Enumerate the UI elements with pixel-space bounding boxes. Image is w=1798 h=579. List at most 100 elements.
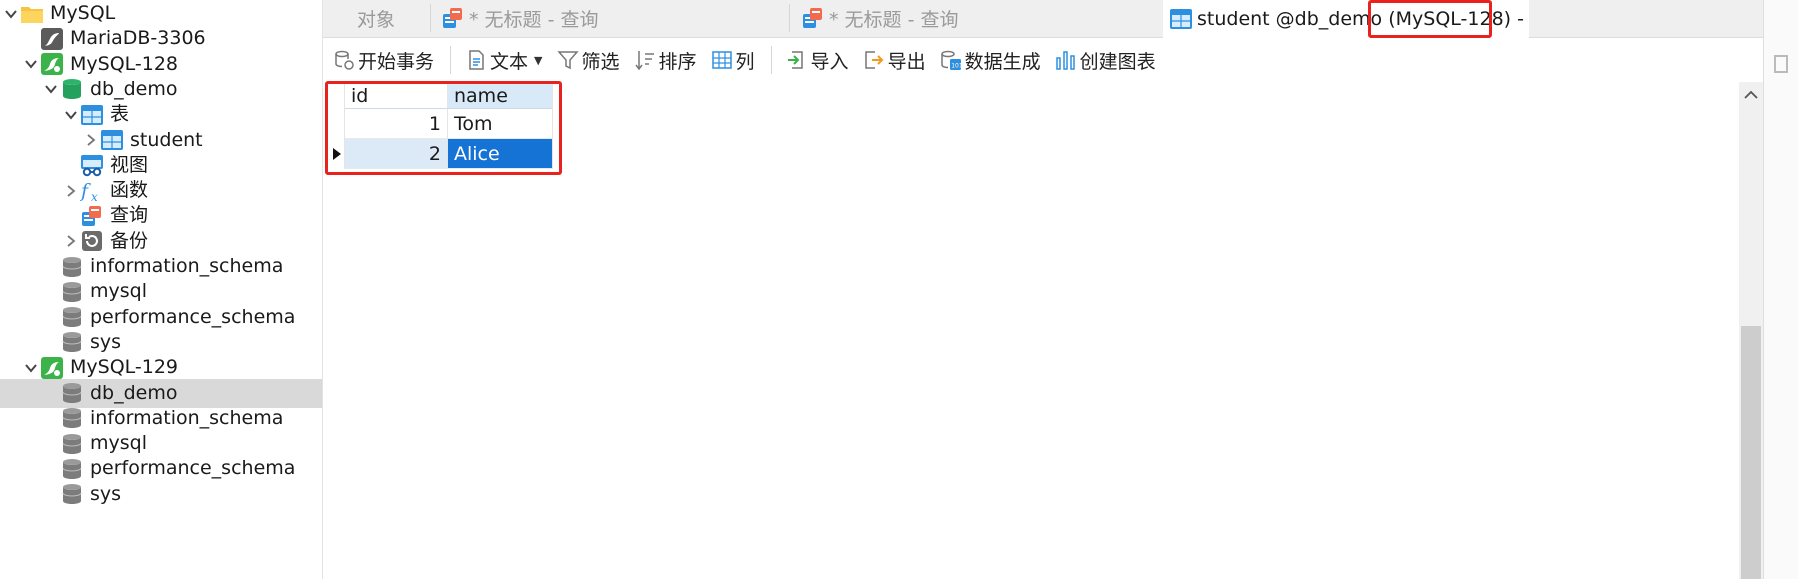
panel-icon xyxy=(1774,55,1788,73)
columns-label: 列 xyxy=(735,50,755,73)
export-label: 导出 xyxy=(887,50,926,73)
begin-transaction-button[interactable]: 开始事务 xyxy=(333,47,434,74)
chevron-down-icon[interactable] xyxy=(2,5,20,23)
table-row[interactable]: 2 Alice xyxy=(329,139,557,169)
tab-query-2[interactable]: * 无标题 - 查询 xyxy=(793,0,1161,36)
sort-icon xyxy=(634,49,656,71)
data-toolbar: 开始事务 文本 ▼ 筛选 排序 列 导入 导出 101 数据生成 创建图表 xyxy=(323,38,1763,82)
scroll-up-icon[interactable] xyxy=(1739,82,1763,108)
folder-icon xyxy=(20,2,44,26)
cell-name[interactable]: Tom xyxy=(448,109,553,139)
data-grid: id name 1 Tom 2 Alice xyxy=(329,83,557,169)
create-chart-button[interactable]: 创建图表 xyxy=(1055,47,1156,74)
cell-name-selected[interactable]: Alice xyxy=(448,139,553,169)
chart-icon xyxy=(1055,49,1077,71)
query-icon xyxy=(80,204,104,228)
mysql-connection-icon xyxy=(40,356,64,380)
mariadb-connection-icon xyxy=(40,27,64,51)
sort-button[interactable]: 排序 xyxy=(634,47,697,74)
database-icon xyxy=(60,457,84,481)
export-button[interactable]: 导出 xyxy=(863,47,926,74)
text-view-label: 文本 xyxy=(490,50,529,73)
tab-label: * 无标题 - 查询 xyxy=(469,8,599,31)
current-row-marker[interactable] xyxy=(329,139,345,169)
vertical-scrollbar[interactable] xyxy=(1739,82,1763,579)
columns-button[interactable]: 列 xyxy=(711,47,755,74)
chevron-right-icon[interactable] xyxy=(82,131,100,149)
query-icon xyxy=(801,6,825,30)
filter-icon xyxy=(556,49,579,71)
function-icon: fx xyxy=(80,179,104,203)
cell-value: 2 xyxy=(428,142,441,165)
sidebar-item-label: sys xyxy=(90,482,122,505)
scrollbar-thumb[interactable] xyxy=(1741,326,1761,579)
tab-label: 对象 xyxy=(356,8,395,31)
data-generation-label: 数据生成 xyxy=(964,50,1041,73)
current-row-arrow-icon xyxy=(332,148,341,160)
chevron-down-icon[interactable] xyxy=(62,106,80,124)
table-row[interactable]: 1 Tom xyxy=(329,109,557,139)
mysql-connection-icon xyxy=(40,52,64,76)
views-icon xyxy=(80,153,104,177)
data-generation-button[interactable]: 101 数据生成 xyxy=(940,47,1041,74)
backup-icon xyxy=(80,229,104,253)
tab-label: student @db_demo (MySQL-128) - ... xyxy=(1197,8,1529,30)
transaction-icon xyxy=(333,49,355,71)
begin-transaction-label: 开始事务 xyxy=(358,50,435,73)
info-panel-edge xyxy=(1763,0,1798,579)
tab-objects[interactable]: 对象 xyxy=(323,0,429,36)
columns-grid-icon xyxy=(711,49,733,71)
text-document-icon xyxy=(465,49,487,71)
sidebar-item[interactable]: sys xyxy=(0,480,322,509)
row-marker-header xyxy=(329,83,345,109)
query-icon xyxy=(441,6,465,30)
import-icon xyxy=(786,49,808,71)
chevron-down-icon[interactable] xyxy=(22,55,40,73)
chevron-down-icon[interactable]: ▼ xyxy=(534,54,542,67)
database-icon xyxy=(60,330,84,354)
column-header-label: id xyxy=(351,84,369,107)
text-view-button[interactable]: 文本 ▼ xyxy=(465,47,543,74)
database-icon xyxy=(60,432,84,456)
database-icon xyxy=(60,305,84,329)
chevron-down-icon[interactable] xyxy=(42,80,60,98)
column-header-id[interactable]: id xyxy=(345,83,448,109)
table-icon xyxy=(100,128,124,152)
cell-id[interactable]: 1 xyxy=(345,109,448,139)
database-open-icon xyxy=(60,77,84,101)
column-header-name[interactable]: name xyxy=(448,83,553,109)
object-tree[interactable]: MySQL MariaDB-3306 MySQL-128 db_demo 表 studen… xyxy=(0,0,323,579)
column-header-label: name xyxy=(454,84,508,107)
svg-text:101: 101 xyxy=(951,63,962,70)
filter-button[interactable]: 筛选 xyxy=(556,47,620,74)
tab-separator xyxy=(789,4,790,32)
tables-icon xyxy=(80,103,104,127)
tab-query-1[interactable]: * 无标题 - 查询 xyxy=(433,0,788,36)
cell-id[interactable]: 2 xyxy=(345,139,448,169)
import-label: 导入 xyxy=(810,50,849,73)
import-button[interactable]: 导入 xyxy=(786,47,849,74)
grid-header-row: id name xyxy=(329,83,557,109)
cell-value: Tom xyxy=(454,112,493,135)
chevron-down-icon[interactable] xyxy=(22,359,40,377)
toolbar-separator xyxy=(450,46,452,74)
chevron-right-icon[interactable] xyxy=(62,182,80,200)
cell-value: Alice xyxy=(454,142,500,165)
chevron-right-icon[interactable] xyxy=(62,232,80,250)
sort-label: 排序 xyxy=(658,50,697,73)
database-icon xyxy=(60,406,84,430)
tab-student-table[interactable]: student @db_demo (MySQL-128) - ... xyxy=(1163,0,1529,38)
database-icon xyxy=(60,280,84,304)
svg-text:f: f xyxy=(80,180,91,202)
row-marker[interactable] xyxy=(329,109,345,139)
